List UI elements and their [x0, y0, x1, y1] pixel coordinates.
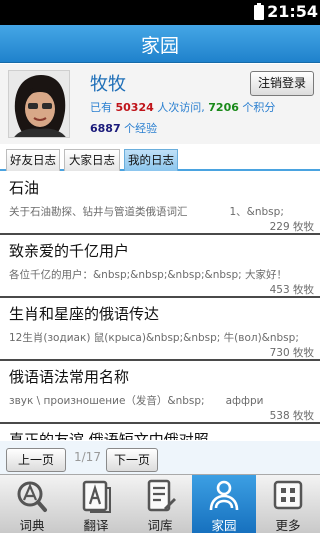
points-count: 7206: [208, 101, 239, 114]
next-page-button[interactable]: 下一页: [106, 448, 158, 472]
nav-label: 家园: [211, 518, 237, 533]
points-suffix: 个积分: [238, 101, 276, 114]
post-summary: звук \ произношение（发音）&nbsp; аффри: [9, 395, 264, 407]
journal-tabs: 好友日志 大家日志 我的日志: [0, 149, 320, 171]
page-indicator: 1/17: [74, 450, 101, 464]
post-title: 石油: [9, 179, 40, 197]
post-title: 生肖和星座的俄语传达: [9, 305, 160, 323]
list-item[interactable]: 俄语语法常用名称 звук \ произношение（发音）&nbsp; а…: [0, 361, 320, 424]
post-summary: 各位千亿的用户：&nbsp;&nbsp;&nbsp;&nbsp; 大家好！: [9, 269, 288, 281]
more-icon: [273, 480, 303, 510]
nav-label: 词库: [147, 518, 173, 533]
post-title: 俄语语法常用名称: [9, 368, 130, 386]
prev-page-button[interactable]: 上一页: [6, 448, 66, 472]
nav-label: 词典: [19, 518, 45, 533]
nav-dictionary[interactable]: 词典: [0, 475, 64, 533]
nav-label: 翻译: [83, 518, 109, 533]
post-count: 453 牧牧: [269, 284, 314, 296]
avatar[interactable]: [8, 70, 70, 138]
nav-wordbank[interactable]: 词库: [128, 475, 192, 533]
post-title: 致亲爱的千亿用户: [9, 242, 130, 260]
wordbank-icon: [147, 479, 176, 512]
nav-more[interactable]: 更多: [256, 475, 320, 533]
nav-label: 更多: [275, 518, 301, 533]
post-count: 229 牧牧: [269, 221, 314, 233]
tab-my-journal[interactable]: 我的日志: [124, 149, 178, 171]
list-item[interactable]: 致亲爱的千亿用户 各位千亿的用户：&nbsp;&nbsp;&nbsp;&nbsp…: [0, 235, 320, 298]
tab-friends-journal[interactable]: 好友日志: [6, 149, 60, 171]
page-title: 家园: [140, 35, 179, 57]
bottom-nav: 词典 翻译 词库 家园 更多: [0, 474, 320, 533]
dictionary-icon: [17, 481, 47, 512]
profile-panel: 牧牧 注销登录 已有 50324 人次访问, 7206 个积分 6887 个经验: [0, 64, 320, 144]
post-summary: 关于石油勘探、钻井与管道类俄语词汇 1、&nbsp;: [9, 206, 284, 218]
visits-prefix: 已有: [90, 101, 116, 114]
title-bar: 家园: [0, 25, 320, 63]
list-item[interactable]: 石油 关于石油勘探、钻井与管道类俄语词汇 1、&nbsp; 229 牧牧: [0, 172, 320, 235]
logout-button[interactable]: 注销登录: [250, 71, 314, 96]
post-count: 730 牧牧: [269, 347, 314, 359]
experience-stats: 6887 个经验: [90, 120, 157, 136]
battery-icon: [254, 3, 264, 20]
journal-list: 石油 关于石油勘探、钻井与管道类俄语词汇 1、&nbsp; 229 牧牧 致亲爱…: [0, 172, 320, 440]
home-community-icon: [209, 480, 239, 511]
nav-home-community[interactable]: 家园: [192, 475, 256, 533]
pager: 上一页 1/17 下一页: [0, 441, 320, 474]
username: 牧牧: [90, 74, 126, 95]
status-time: 21:54: [267, 2, 318, 21]
visit-stats: 已有 50324 人次访问, 7206 个积分: [90, 99, 275, 115]
translate-icon: [82, 480, 111, 513]
list-item[interactable]: 真正的友谊 俄语短文中俄对照: [0, 424, 320, 440]
experience-suffix: 个经验: [120, 122, 158, 135]
visits-suffix: 人次访问,: [153, 101, 209, 114]
post-title: 真正的友谊 俄语短文中俄对照: [9, 431, 209, 440]
post-summary: 12生肖(зодиак) 鼠(крыса)&nbsp;&nbsp; 牛(вол)…: [9, 332, 299, 344]
status-bar: 21:54: [0, 0, 320, 25]
post-count: 538 牧牧: [269, 410, 314, 422]
visits-count: 50324: [115, 101, 154, 114]
tab-everyone-journal[interactable]: 大家日志: [64, 149, 120, 171]
list-item[interactable]: 生肖和星座的俄语传达 12生肖(зодиак) 鼠(крыса)&nbsp;&n…: [0, 298, 320, 361]
nav-translate[interactable]: 翻译: [64, 475, 128, 533]
experience-count: 6887: [90, 122, 121, 135]
